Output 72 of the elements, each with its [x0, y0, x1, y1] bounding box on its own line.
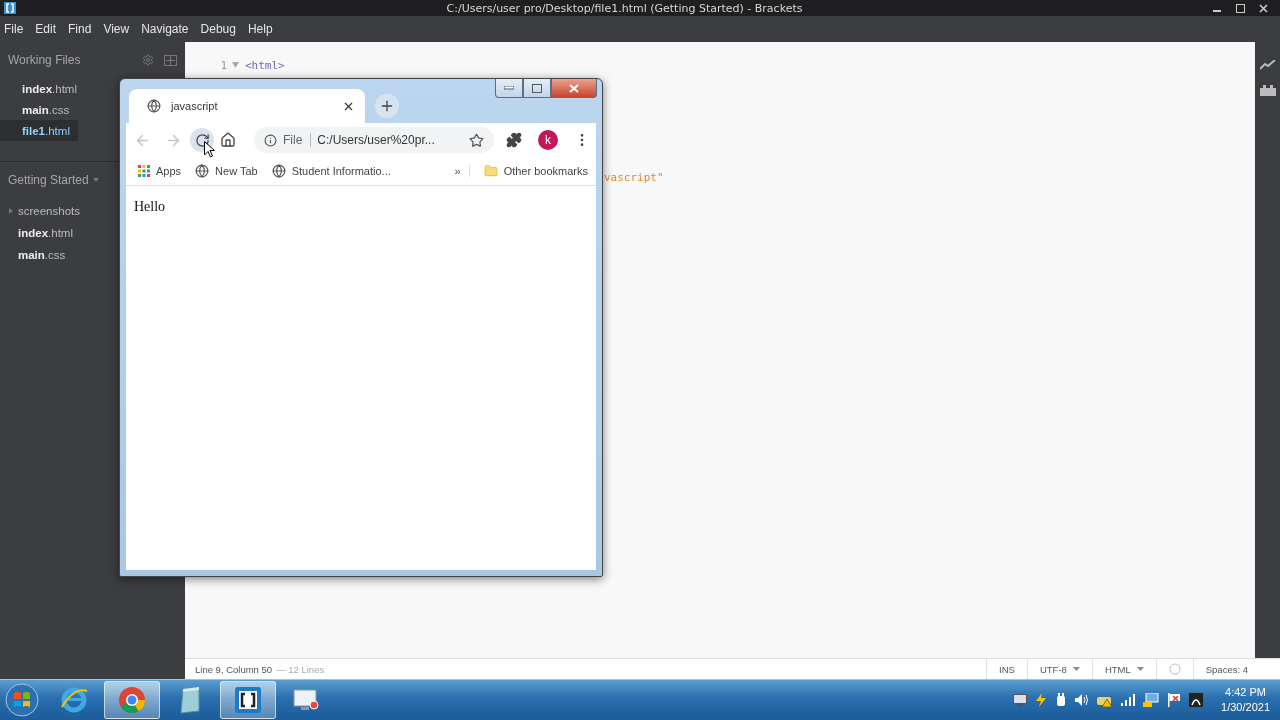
caret-icon: [1136, 667, 1144, 671]
live-preview-icon[interactable]: [1259, 60, 1276, 70]
extensions-icon[interactable]: [1259, 84, 1276, 96]
menu-item[interactable]: File: [4, 22, 24, 36]
globe-icon: [147, 99, 161, 113]
computer-icon[interactable]: [1143, 693, 1160, 707]
menu-item[interactable]: Debug: [200, 22, 236, 36]
profile-avatar[interactable]: k: [538, 130, 558, 150]
file-name[interactable]: index.html: [18, 227, 73, 239]
url-text: C:/Users/user%20pr...: [317, 133, 436, 147]
home-icon[interactable]: [220, 132, 236, 148]
folder-name[interactable]: screenshots: [18, 205, 80, 217]
monitor-icon[interactable]: [1013, 693, 1028, 707]
working-file[interactable]: index.html: [0, 78, 85, 99]
line-count: — 12 Lines: [276, 663, 325, 675]
disclosure-icon[interactable]: [8, 208, 14, 214]
chrome-icon[interactable]: [117, 685, 147, 715]
menu-item[interactable]: Navigate: [141, 22, 189, 36]
browser-e-icon[interactable]: [59, 685, 89, 715]
cursor-position: Line 9, Column 50: [195, 663, 273, 675]
apps-grid-icon[interactable]: [138, 165, 150, 177]
address-bar[interactable]: File C:/Users/user%20pr...: [254, 127, 494, 153]
line-number: 1: [219, 58, 227, 72]
bookmark-link[interactable]: Student Informatio...: [291, 165, 391, 177]
bookmarks-overflow[interactable]: »: [454, 165, 470, 177]
scheme-label: File: [283, 133, 312, 147]
menu-item[interactable]: Help: [247, 22, 273, 36]
globe-icon[interactable]: [271, 164, 286, 178]
file-name[interactable]: main.css: [18, 249, 66, 261]
bookmark-star-icon[interactable]: [469, 132, 484, 148]
brackets-logo-icon: [4, 2, 16, 14]
dropdown-icon: [92, 178, 99, 182]
section-title: Working Files: [8, 53, 81, 67]
notepad-icon[interactable]: [177, 685, 203, 715]
close-icon[interactable]: [1259, 3, 1268, 13]
flag-icon[interactable]: [1167, 693, 1182, 707]
info-icon[interactable]: [264, 133, 277, 147]
maximize-button[interactable]: [523, 79, 551, 98]
bookmark-link[interactable]: New Tab: [215, 165, 258, 177]
project-title[interactable]: Getting Started: [8, 173, 89, 187]
close-button[interactable]: [551, 79, 597, 98]
code-text: <html>: [245, 58, 285, 72]
split-view-icon[interactable]: [164, 54, 177, 66]
plug-icon[interactable]: [1055, 693, 1068, 707]
signal-icon[interactable]: [1121, 694, 1136, 706]
new-tab-icon[interactable]: [379, 98, 395, 114]
globe-icon[interactable]: [195, 164, 210, 178]
page-text: Hello: [134, 199, 166, 214]
menu-item[interactable]: Edit: [35, 22, 57, 36]
close-icon: [569, 83, 579, 93]
browser-tab[interactable]: javascript: [129, 89, 365, 123]
extensions-icon[interactable]: [506, 132, 522, 148]
lightning-icon[interactable]: [1035, 693, 1048, 707]
working-file[interactable]: main.css: [0, 99, 78, 120]
working-file[interactable]: file1.html: [0, 120, 78, 141]
start-button[interactable]: [4, 682, 40, 718]
clock-time: 4:42 PM: [1225, 685, 1266, 700]
code-text: vascript": [604, 170, 664, 184]
maximize-icon: [532, 83, 542, 93]
minimize-button[interactable]: [495, 79, 523, 98]
menu-item[interactable]: Find: [68, 22, 92, 36]
bookmark-link[interactable]: Other bookmarks: [503, 165, 588, 177]
clock-date: 1/30/2021: [1221, 700, 1270, 715]
menu-item[interactable]: View: [103, 22, 130, 36]
minimize-icon: [504, 86, 514, 90]
caret-icon: [1072, 667, 1080, 671]
maximize-icon[interactable]: [1236, 3, 1245, 13]
bookmark-link[interactable]: Apps: [156, 165, 182, 177]
reload-icon[interactable]: [194, 132, 210, 148]
window-title: C:/Users/user pro/Desktop/file1.html (Getting Started) - Brackets: [445, 1, 804, 15]
volume-icon[interactable]: [1075, 694, 1090, 706]
brackets-icon[interactable]: [234, 686, 262, 714]
